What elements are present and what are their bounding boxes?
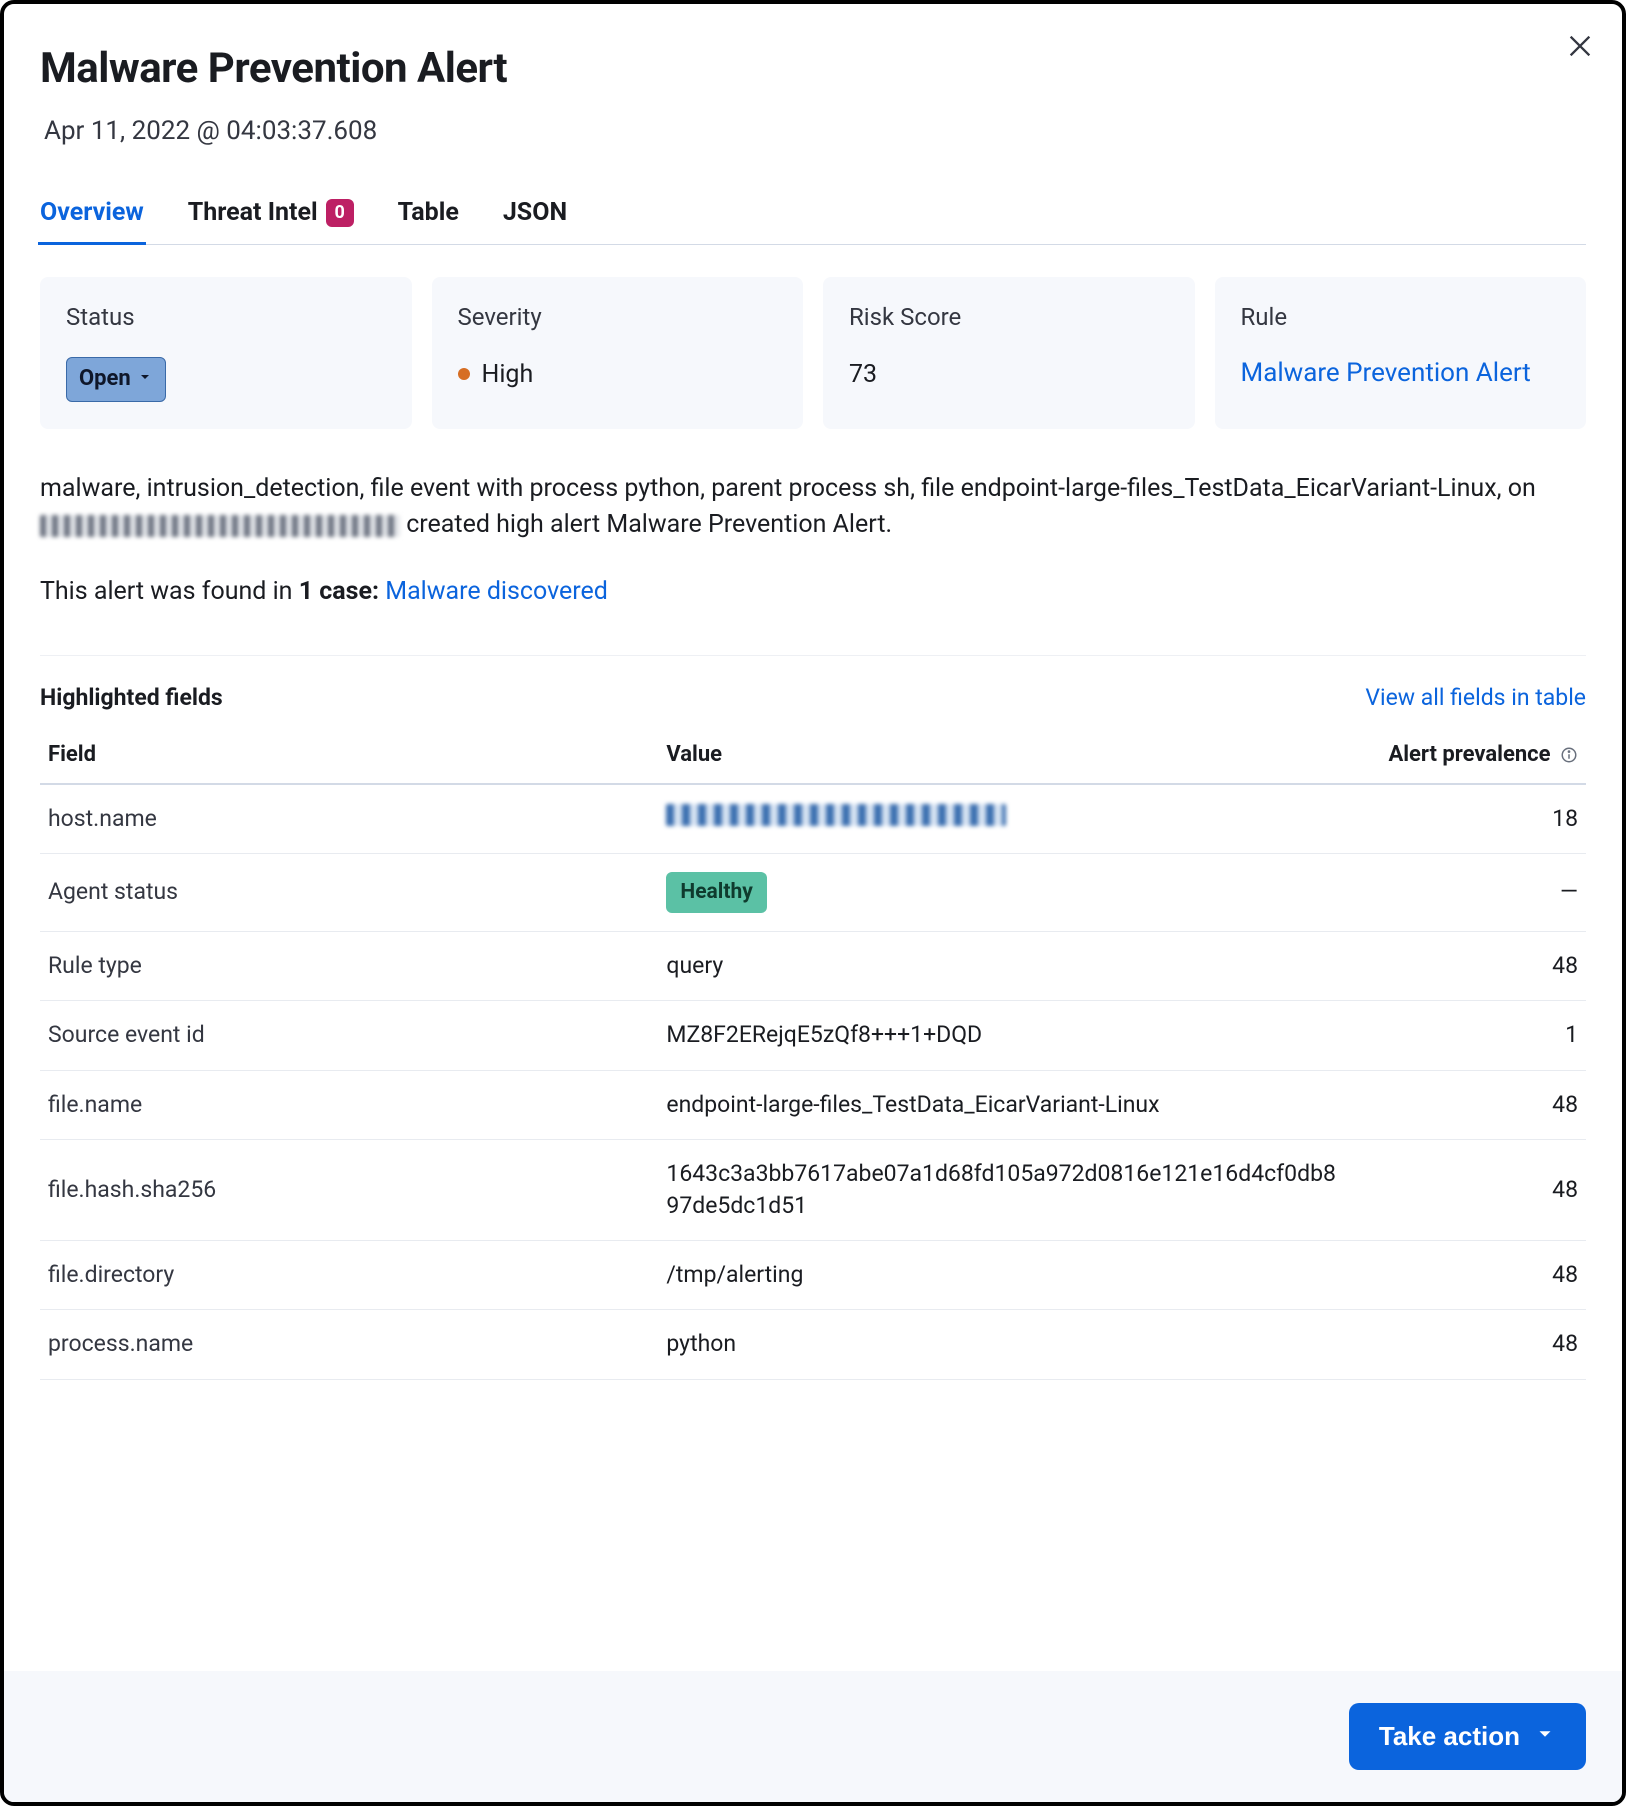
page-title: Malware Prevention Alert xyxy=(40,40,1586,99)
summary-status: Status Open xyxy=(40,277,412,429)
alert-flyout: Malware Prevention Alert Apr 11, 2022 @ … xyxy=(0,0,1626,1806)
view-all-fields-link[interactable]: View all fields in table xyxy=(1365,682,1586,714)
threat-intel-count-badge: 0 xyxy=(326,199,354,227)
summary-grid: Status Open Severity High Risk Score 73 xyxy=(40,277,1586,429)
summary-risk-value: 73 xyxy=(849,357,1169,392)
table-row: process.namepython48 xyxy=(40,1310,1586,1379)
highlighted-fields-table: Field Value Alert prevalence host.name 18… xyxy=(40,730,1586,1380)
chevron-down-icon xyxy=(1534,1721,1556,1752)
tab-overview-label: Overview xyxy=(40,195,144,230)
field-name: Source event id xyxy=(40,1001,658,1070)
field-value xyxy=(658,784,1354,854)
field-name: host.name xyxy=(40,784,658,854)
field-prevalence: 48 xyxy=(1354,1310,1586,1379)
col-prevalence-label: Alert prevalence xyxy=(1388,742,1550,767)
field-prevalence: 48 xyxy=(1354,1139,1586,1240)
summary-severity-value: High xyxy=(458,357,778,392)
take-action-label: Take action xyxy=(1379,1721,1520,1752)
tab-overview[interactable]: Overview xyxy=(40,195,144,244)
highlighted-header: Highlighted fields View all fields in ta… xyxy=(40,682,1586,714)
field-value: python xyxy=(658,1310,1354,1379)
chevron-down-icon xyxy=(137,364,153,395)
field-value: 1643c3a3bb7617abe07a1d68fd105a972d0816e1… xyxy=(658,1139,1354,1240)
table-row: file.directory/tmp/alerting48 xyxy=(40,1241,1586,1310)
col-prevalence-header: Alert prevalence xyxy=(1354,730,1586,784)
table-row: Agent statusHealthy — xyxy=(40,853,1586,931)
table-header-row: Field Value Alert prevalence xyxy=(40,730,1586,784)
status-dropdown[interactable]: Open xyxy=(66,357,166,402)
table-row: Source event idMZ8F2ERejqE5zQf8+++1+DQD1 xyxy=(40,1001,1586,1070)
field-value: MZ8F2ERejqE5zQf8+++1+DQD xyxy=(658,1001,1354,1070)
col-value-header: Value xyxy=(658,730,1354,784)
summary-rule-label: Rule xyxy=(1241,301,1561,335)
table-row: file.hash.sha2561643c3a3bb7617abe07a1d68… xyxy=(40,1139,1586,1240)
tab-bar: Overview Threat Intel 0 Table JSON xyxy=(40,195,1586,245)
severity-text: High xyxy=(482,357,534,392)
field-value: Healthy xyxy=(658,853,1354,931)
redacted-host xyxy=(40,515,400,537)
field-value: query xyxy=(658,932,1354,1001)
close-icon[interactable] xyxy=(1566,32,1594,60)
field-value: /tmp/alerting xyxy=(658,1241,1354,1310)
field-name: Rule type xyxy=(40,932,658,1001)
field-value: endpoint-large-files_TestData_EicarVaria… xyxy=(658,1070,1354,1139)
field-name: Agent status xyxy=(40,853,658,931)
field-prevalence: 1 xyxy=(1354,1001,1586,1070)
case-link[interactable]: Malware discovered xyxy=(385,577,608,606)
field-name: process.name xyxy=(40,1310,658,1379)
field-prevalence: 18 xyxy=(1354,784,1586,854)
case-line: This alert was found in 1 case: Malware … xyxy=(40,574,1586,609)
highlighted-title: Highlighted fields xyxy=(40,682,223,714)
summary-rule: Rule Malware Prevention Alert xyxy=(1215,277,1587,429)
summary-severity-label: Severity xyxy=(458,301,778,335)
redacted-value xyxy=(666,804,1006,826)
table-row: host.name 18 xyxy=(40,784,1586,854)
field-prevalence: 48 xyxy=(1354,1070,1586,1139)
summary-status-label: Status xyxy=(66,301,386,335)
tab-table[interactable]: Table xyxy=(398,195,459,244)
agent-status-badge: Healthy xyxy=(666,872,766,913)
content-area: Malware Prevention Alert Apr 11, 2022 @ … xyxy=(4,4,1622,1671)
field-name: file.name xyxy=(40,1070,658,1139)
tab-threat-intel[interactable]: Threat Intel 0 xyxy=(188,195,354,244)
rule-link[interactable]: Malware Prevention Alert xyxy=(1241,357,1561,390)
tab-table-label: Table xyxy=(398,195,459,230)
col-field-header: Field xyxy=(40,730,658,784)
status-value: Open xyxy=(79,364,131,395)
field-prevalence: — xyxy=(1354,853,1586,931)
alert-description: malware, intrusion_detection, file event… xyxy=(40,471,1580,544)
severity-dot-icon xyxy=(458,368,470,380)
footer-bar: Take action xyxy=(4,1671,1622,1802)
table-row: Rule typequery48 xyxy=(40,932,1586,1001)
case-prefix: This alert was found in xyxy=(40,577,299,606)
field-prevalence: 48 xyxy=(1354,1241,1586,1310)
table-row: file.nameendpoint-large-files_TestData_E… xyxy=(40,1070,1586,1139)
tab-threat-intel-label: Threat Intel xyxy=(188,195,318,230)
tab-json-label: JSON xyxy=(503,195,567,230)
alert-timestamp: Apr 11, 2022 @ 04:03:37.608 xyxy=(44,113,1586,149)
description-after: created high alert Malware Prevention Al… xyxy=(406,510,892,539)
field-name: file.hash.sha256 xyxy=(40,1139,658,1240)
field-name: file.directory xyxy=(40,1241,658,1310)
case-count: 1 case: xyxy=(299,577,379,606)
description-before: malware, intrusion_detection, file event… xyxy=(40,474,1536,503)
info-icon[interactable] xyxy=(1560,746,1578,764)
field-prevalence: 48 xyxy=(1354,932,1586,1001)
summary-risk-label: Risk Score xyxy=(849,301,1169,335)
tab-json[interactable]: JSON xyxy=(503,195,567,244)
divider xyxy=(40,655,1586,656)
summary-severity: Severity High xyxy=(432,277,804,429)
take-action-button[interactable]: Take action xyxy=(1349,1703,1586,1770)
summary-risk-score: Risk Score 73 xyxy=(823,277,1195,429)
